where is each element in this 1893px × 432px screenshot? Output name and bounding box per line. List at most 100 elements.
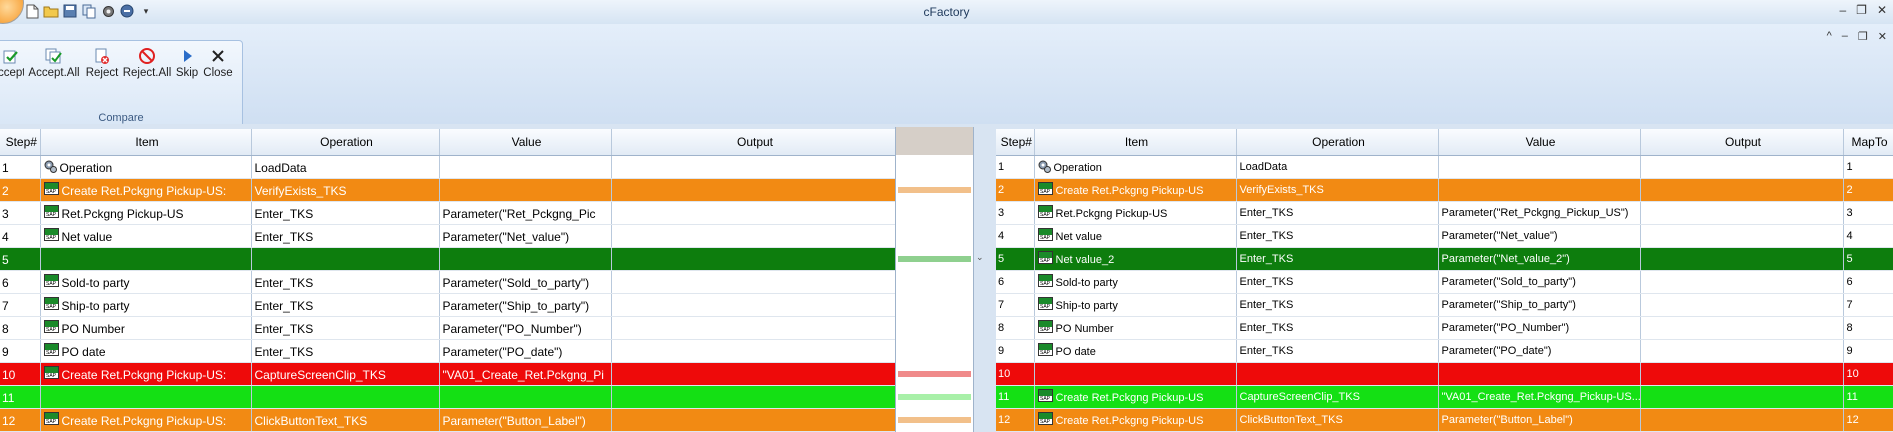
table-row[interactable]: 8 PO Number Enter_TKS Parameter("PO_Number"… [996,316,1893,340]
grid-cell[interactable]: Enter_TKS [251,339,440,363]
grid-cell[interactable]: 12 [1843,408,1893,432]
step-number-cell[interactable]: 10 [996,362,1035,386]
step-number-cell[interactable]: 7 [996,293,1035,317]
grid-cell[interactable]: VerifyExists_TKS [1236,178,1439,202]
grid-cell[interactable]: 4 [1843,224,1893,248]
column-header[interactable]: Output [611,129,897,156]
step-number-cell[interactable]: 3 [0,201,41,225]
grid-cell[interactable]: Enter_TKS [251,201,440,225]
step-number-cell[interactable]: 5 [0,247,41,271]
step-number-cell[interactable]: 9 [996,339,1035,363]
grid-cell[interactable]: Parameter("Ship_to_party") [439,293,612,317]
grid-cell[interactable] [1640,270,1844,294]
column-header[interactable]: Output [1640,129,1844,156]
grid-cell[interactable] [1640,201,1844,225]
grid-cell[interactable] [611,293,897,317]
grid-cell[interactable] [1640,316,1844,340]
table-row[interactable]: 3 Ret.Pckgng Pickup-US Enter_TKS Parameter(… [996,201,1893,225]
table-row[interactable]: 2 Create Ret.Pckgng Pickup-US VerifyExists… [996,178,1893,202]
grid-cell[interactable] [1236,362,1439,386]
restore-icon[interactable]: ❐ [1856,3,1867,17]
step-number-cell[interactable]: 1 [996,155,1035,179]
grid-cell[interactable] [1438,155,1641,179]
grid-cell[interactable] [1034,362,1237,386]
table-row[interactable]: 6 Sold-to party Enter_TKS Parameter("Sold_t… [996,270,1893,294]
grid-cell[interactable]: Create Ret.Pckgng Pickup-US: [40,362,252,386]
grid-cell[interactable] [611,408,897,432]
grid-cell[interactable] [611,316,897,340]
grid-cell[interactable]: Enter_TKS [1236,201,1439,225]
grid-cell[interactable]: Create Ret.Pckgng Pickup-US: [40,408,252,432]
step-number-cell[interactable]: 8 [0,316,41,340]
grid-cell[interactable]: ClickButtonText_TKS [251,408,440,432]
grid-cell[interactable] [1640,247,1844,271]
grid-cell[interactable]: 7 [1843,293,1893,317]
grid-cell[interactable] [251,385,440,409]
grid-cell[interactable]: Parameter("Net_value") [1438,224,1641,248]
grid-cell[interactable]: Parameter("Ret_Pckgng_Pickup_US") [1438,201,1641,225]
table-row[interactable]: 9 PO date Enter_TKS Parameter("PO_date") 9 [996,339,1893,363]
grid-cell[interactable]: Enter_TKS [1236,339,1439,363]
table-row[interactable]: 5 Net value_2 Enter_TKS Parameter("Net_valu… [996,247,1893,271]
step-number-cell[interactable]: 4 [996,224,1035,248]
table-row[interactable]: 4 Net value Enter_TKS Parameter("Net_value"… [996,224,1893,248]
table-row[interactable]: 2 Create Ret.Pckgng Pickup-US: VerifyExist… [0,178,897,202]
step-number-cell[interactable]: 8 [996,316,1035,340]
grid-cell[interactable]: PO Number [1034,316,1237,340]
table-row[interactable]: 7 Ship-to party Enter_TKS Parameter("Ship_t… [0,293,897,317]
grid-cell[interactable] [439,247,612,271]
grid-cell[interactable]: 2 [1843,178,1893,202]
column-header[interactable]: Operation [1236,129,1439,156]
grid-cell[interactable] [439,385,612,409]
column-header[interactable]: Value [439,129,612,156]
column-header[interactable]: Step# [0,129,41,156]
reject-button[interactable]: Reject [84,47,120,79]
grid-cell[interactable] [40,385,252,409]
table-row[interactable]: 4 Net value Enter_TKS Parameter("Net_value"… [0,224,897,248]
grid-cell[interactable] [251,247,440,271]
grid-cell[interactable]: Sold-to party [40,270,252,294]
ribbon-collapse-icon[interactable]: ^ [1827,30,1832,43]
grid-cell[interactable]: Parameter("PO_Number") [439,316,612,340]
grid-cell[interactable] [439,155,612,179]
grid-cell[interactable]: Create Ret.Pckgng Pickup-US [1034,385,1237,409]
grid-cell[interactable]: Net value_2 [1034,247,1237,271]
grid-cell[interactable] [1640,408,1844,432]
grid-cell[interactable] [40,247,252,271]
step-number-cell[interactable]: 4 [0,224,41,248]
grid-cell[interactable]: Enter_TKS [1236,247,1439,271]
grid-cell[interactable]: Ship-to party [40,293,252,317]
grid-cell[interactable] [1640,339,1844,363]
grid-cell[interactable] [611,339,897,363]
table-row[interactable]: 12 Create Ret.Pckgng Pickup-US ClickButton… [996,408,1893,432]
grid-cell[interactable]: Ret.Pckgng Pickup-US [1034,201,1237,225]
grid-cell[interactable]: Parameter("PO_date") [1438,339,1641,363]
grid-cell[interactable] [611,155,897,179]
table-row[interactable]: 11 [0,385,897,409]
column-header[interactable]: Item [1034,129,1237,156]
grid-cell[interactable] [1640,224,1844,248]
grid-cell[interactable]: Parameter("Net_value") [439,224,612,248]
grid-cell[interactable]: 5 [1843,247,1893,271]
grid-cell[interactable]: Sold-to party [1034,270,1237,294]
step-number-cell[interactable]: 2 [0,178,41,202]
grid-cell[interactable]: Enter_TKS [1236,293,1439,317]
grid-cell[interactable] [611,178,897,202]
grid-cell[interactable]: Parameter("Button_Label") [439,408,612,432]
grid-cell[interactable] [611,385,897,409]
grid-cell[interactable]: Enter_TKS [1236,224,1439,248]
grid-cell[interactable]: Enter_TKS [251,270,440,294]
grid-cell[interactable] [1640,362,1844,386]
grid-cell[interactable]: Operation [40,155,252,179]
grid-cell[interactable]: 1 [1843,155,1893,179]
step-number-cell[interactable]: 1 [0,155,41,179]
grid-cell[interactable]: LoadData [1236,155,1439,179]
grid-cell[interactable]: 8 [1843,316,1893,340]
table-row[interactable]: 7 Ship-to party Enter_TKS Parameter("Ship_t… [996,293,1893,317]
grid-cell[interactable]: Create Ret.Pckgng Pickup-US: [40,178,252,202]
grid-cell[interactable]: Enter_TKS [1236,316,1439,340]
table-row[interactable]: 10 Create Ret.Pckgng Pickup-US: CaptureScr… [0,362,897,386]
close-window-icon[interactable]: ✕ [1877,3,1887,17]
column-header[interactable]: Step# [996,129,1035,156]
grid-cell[interactable] [1438,362,1641,386]
